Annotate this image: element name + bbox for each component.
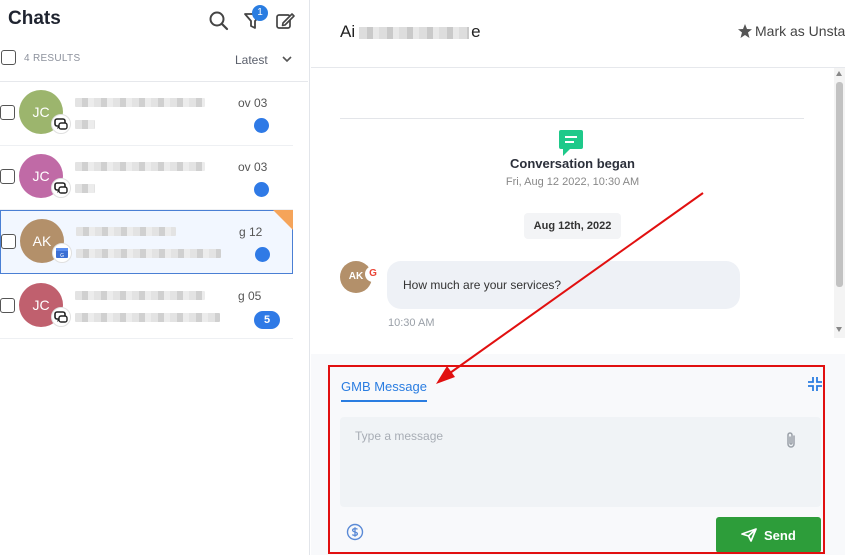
- conversation-header: Ai e Mark as Unsta: [311, 0, 845, 68]
- collapse-icon[interactable]: [807, 376, 823, 392]
- chat-list-item[interactable]: JC ov 03: [0, 146, 293, 210]
- scroll-down-arrow[interactable]: [836, 327, 842, 332]
- chat-date: g 12: [239, 225, 263, 239]
- unread-dot: [254, 118, 269, 133]
- mark-as-unstarred-button[interactable]: Mark as Unsta: [737, 23, 845, 39]
- message-thread[interactable]: Conversation began Fri, Aug 12 2022, 10:…: [311, 68, 845, 338]
- unread-dot: [255, 247, 270, 262]
- chat-bubble-icon: [51, 178, 71, 198]
- chat-date: g 05: [238, 289, 262, 303]
- date-divider-chip: Aug 12th, 2022: [524, 213, 621, 239]
- star-icon: [738, 24, 752, 38]
- mark-as-unstarred-label: Mark as Unsta: [755, 23, 845, 39]
- send-button[interactable]: Send: [716, 517, 821, 553]
- unread-count-badge: 5: [254, 311, 280, 329]
- message-input[interactable]: [340, 417, 821, 507]
- redacted-contact-name: [75, 162, 205, 171]
- redacted-message-preview: [75, 120, 95, 129]
- message-icon: [559, 130, 583, 156]
- compose-icon[interactable]: [274, 10, 296, 32]
- chat-bubble-icon: [51, 114, 71, 134]
- contact-name-start: Ai: [340, 22, 356, 41]
- starred-corner-icon: [273, 210, 293, 230]
- payment-icon[interactable]: [346, 523, 364, 541]
- paperclip-icon[interactable]: [783, 431, 799, 449]
- redacted-message-preview: [75, 313, 220, 322]
- redacted-contact-name: [76, 227, 176, 236]
- google-icon: G: [365, 266, 381, 282]
- redacted-name: [359, 27, 469, 39]
- results-count: 4 RESULTS: [24, 53, 81, 64]
- scroll-thumb[interactable]: [836, 82, 843, 287]
- results-row: 4 RESULTS Latest: [0, 48, 310, 70]
- chat-checkbox[interactable]: [0, 169, 15, 184]
- conversation-began-timestamp: Fri, Aug 12 2022, 10:30 AM: [505, 176, 640, 188]
- send-icon: [741, 528, 757, 542]
- divider: [340, 118, 804, 119]
- contact-name-end: e: [471, 22, 481, 41]
- tab-gmb-message[interactable]: GMB Message: [341, 379, 427, 402]
- chevron-down-icon[interactable]: [281, 53, 293, 65]
- chat-checkbox[interactable]: [1, 234, 16, 249]
- redacted-contact-name: [75, 98, 205, 107]
- redacted-message-preview: [75, 184, 95, 193]
- chat-bubble-icon: [51, 307, 71, 327]
- message-time: 10:30 AM: [388, 317, 435, 329]
- chat-list-panel: Chats 1 4 RESULTS Latest JC ov 03 JC ov 03 A…: [0, 0, 310, 555]
- message-bubble: How much are your services?: [387, 261, 740, 309]
- filter-count-badge: 1: [252, 5, 268, 21]
- chat-checkbox[interactable]: [0, 298, 15, 313]
- chat-checkbox[interactable]: [0, 105, 15, 120]
- gmb-icon: G: [52, 243, 72, 263]
- search-icon[interactable]: [208, 10, 230, 32]
- chat-list-item[interactable]: JC g 05 5: [0, 275, 293, 339]
- sort-dropdown[interactable]: Latest: [235, 53, 268, 67]
- scrollbar[interactable]: [834, 68, 845, 338]
- chat-date: ov 03: [238, 96, 268, 110]
- conversation-began-title: Conversation began: [510, 156, 635, 171]
- chat-date: ov 03: [238, 160, 268, 174]
- scroll-up-arrow[interactable]: [836, 71, 842, 76]
- chats-title: Chats: [8, 8, 61, 29]
- chat-list-item[interactable]: JC ov 03: [0, 82, 293, 146]
- redacted-message-preview: [76, 249, 221, 258]
- redacted-contact-name: [75, 291, 205, 300]
- send-label: Send: [764, 528, 796, 543]
- chat-list-item[interactable]: AK Gg 12: [0, 210, 293, 274]
- select-all-checkbox[interactable]: [1, 50, 16, 65]
- svg-text:G: G: [60, 253, 64, 259]
- unread-dot: [254, 182, 269, 197]
